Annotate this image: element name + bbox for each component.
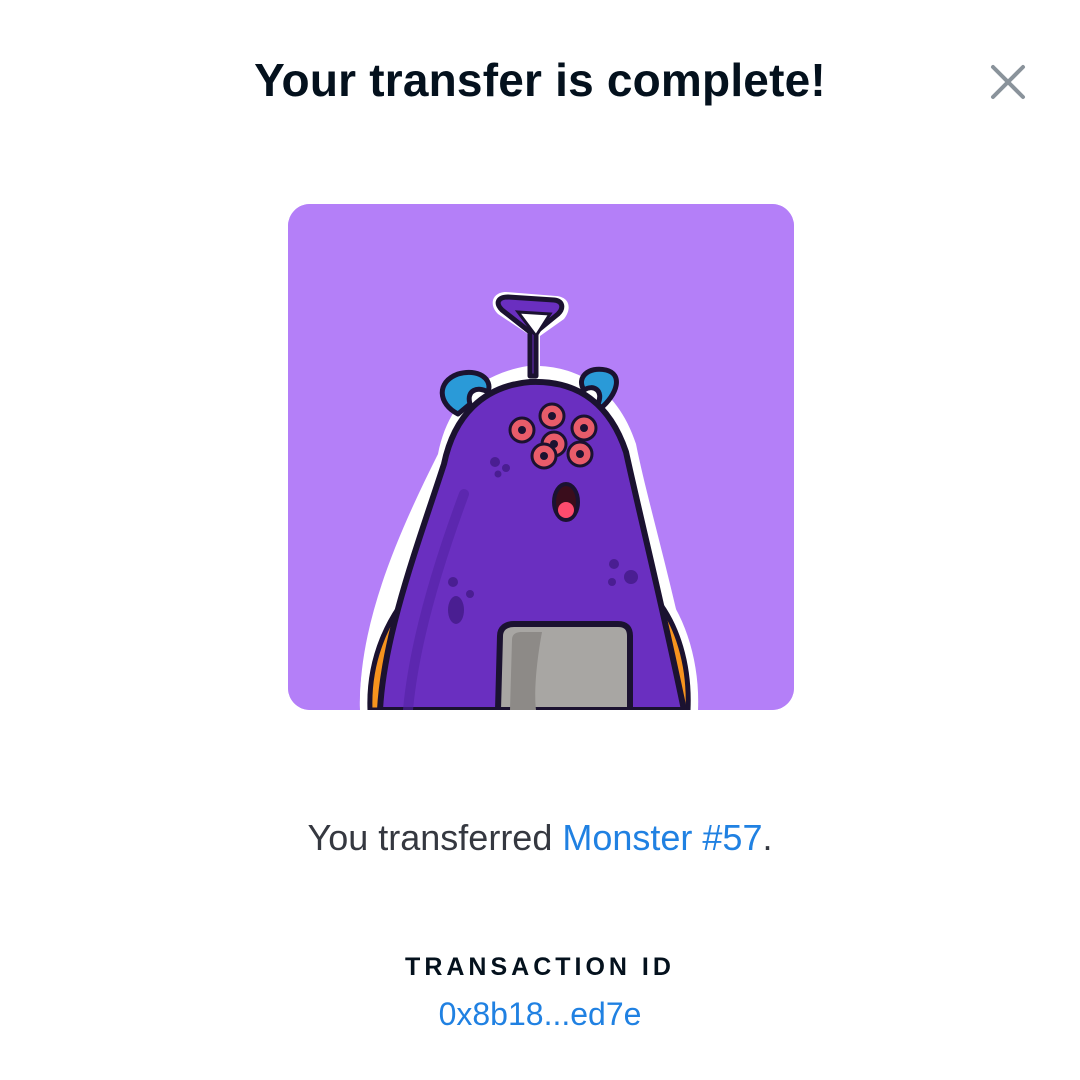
monster-illustration [288, 204, 794, 710]
transfer-message: You transferred Monster #57. [0, 812, 1080, 864]
transaction-id-label: TRANSACTION ID [405, 953, 675, 981]
close-button[interactable] [984, 58, 1032, 106]
transaction-id-link[interactable]: 0x8b18...ed7e [0, 992, 1080, 1036]
close-icon [991, 65, 1025, 99]
item-link[interactable]: Monster #57 [562, 817, 762, 858]
message-prefix: You transferred [307, 817, 563, 858]
dialog-title: Your transfer is complete! [254, 54, 826, 106]
message-suffix: . [762, 817, 773, 858]
nft-image [288, 204, 794, 710]
